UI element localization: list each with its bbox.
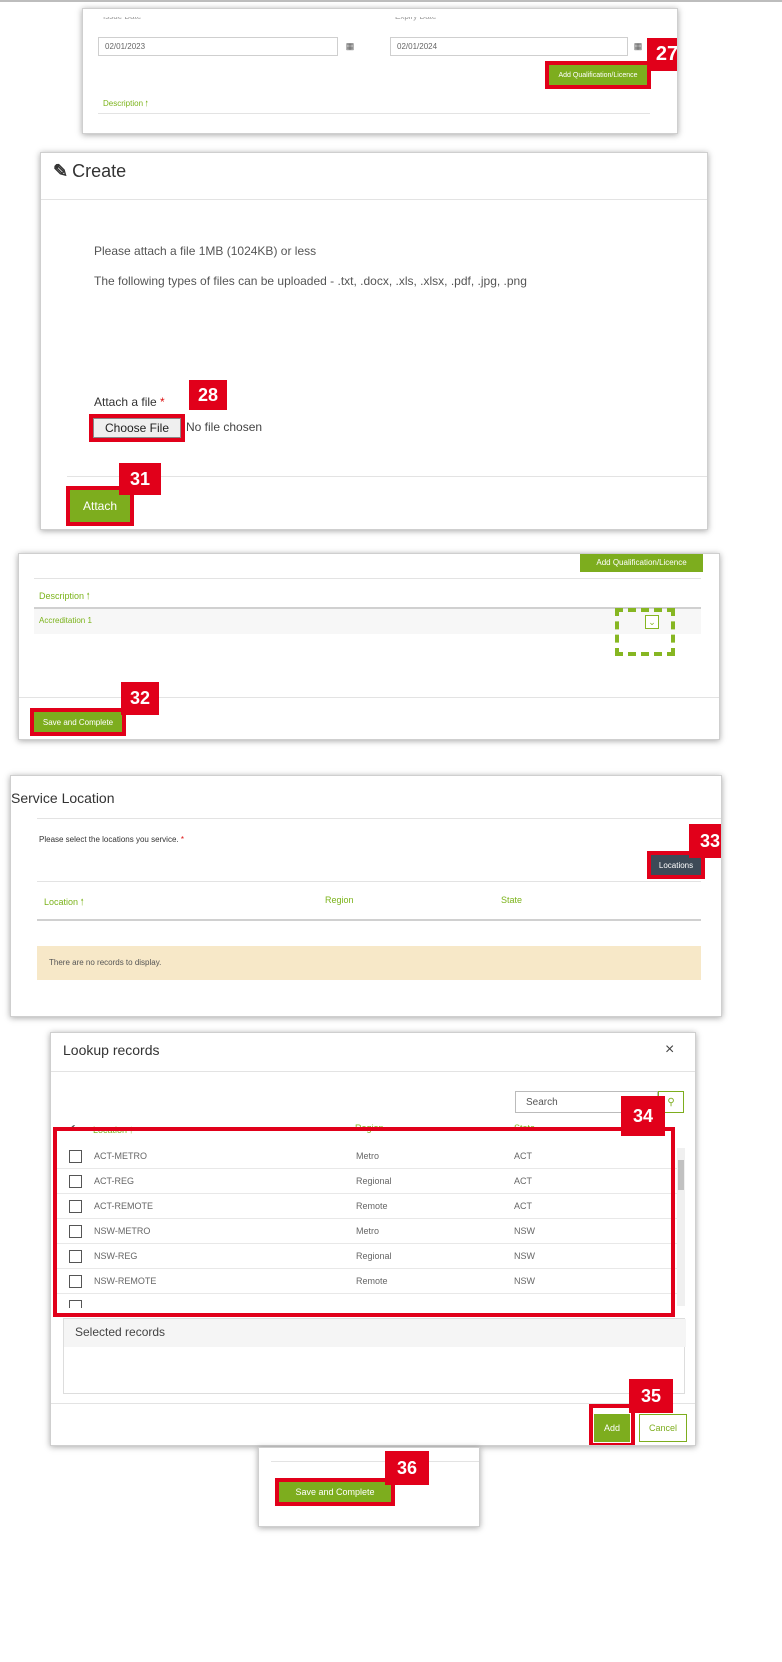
file-size-info: Please attach a file 1MB (1024KB) or les… — [94, 244, 317, 258]
description-column-header[interactable]: Description 🠑 — [39, 589, 90, 605]
close-icon[interactable]: × — [665, 1041, 674, 1059]
description-column-header[interactable]: Description 🠑 — [103, 98, 148, 112]
step-badge: 27 — [647, 38, 677, 71]
row-description[interactable]: Accreditation 1 — [39, 616, 92, 625]
service-location-panel: Service Location Please select the locat… — [10, 775, 722, 1017]
divider — [34, 578, 701, 579]
scrollbar-thumb[interactable] — [678, 1160, 684, 1190]
records-highlight — [53, 1127, 675, 1317]
no-file-chosen-text: No file chosen — [186, 420, 263, 434]
divider — [37, 818, 721, 819]
dialog-title: Lookup records — [63, 1042, 160, 1058]
lookup-records-dialog: Lookup records × Search ⚲ ✔ Location 🠑 R… — [50, 1032, 696, 1446]
column-header-region[interactable]: Region — [325, 895, 354, 905]
step-badge: 28 — [189, 380, 227, 410]
step-badge: 36 — [385, 1451, 429, 1485]
step-badge: 31 — [119, 463, 161, 495]
expiry-date-input[interactable]: 02/01/2024 — [390, 37, 628, 56]
column-header-state[interactable]: State — [501, 895, 522, 905]
selected-records-header: Selected records — [64, 1319, 686, 1347]
file-type-info: The following types of files can be uplo… — [94, 274, 527, 288]
divider — [98, 113, 650, 114]
divider — [37, 881, 701, 882]
save-and-complete-button[interactable]: Save and Complete — [279, 1482, 391, 1502]
locations-button[interactable]: Locations — [651, 855, 701, 875]
issue-date-input[interactable]: 02/01/2023 — [98, 37, 338, 56]
calendar-icon[interactable]: ▦ — [629, 37, 647, 56]
step-badge: 33 — [689, 824, 721, 858]
qualification-form-panel: Issue Date 02/01/2023 ▦ Expiry Date 02/0… — [82, 8, 678, 134]
final-save-panel: Save and Complete 36 — [258, 1447, 480, 1527]
create-attachment-dialog: ✎ Create Please attach a file 1MB (1024K… — [40, 152, 708, 530]
step-badge: 32 — [121, 682, 159, 715]
table-row[interactable]: Accreditation 1 — [34, 609, 701, 634]
sort-up-icon: 🠑 — [145, 99, 149, 108]
header-divider — [51, 1071, 695, 1072]
column-header-location[interactable]: Location 🠑 — [44, 895, 84, 911]
top-divider — [0, 0, 782, 2]
step-badge: 34 — [621, 1096, 665, 1136]
section-title: Service Location — [11, 790, 115, 806]
expiry-date-label: Expiry Date — [395, 17, 436, 25]
attach-file-label: Attach a file * — [94, 395, 165, 409]
selected-records-panel: Selected records — [63, 1318, 686, 1394]
dialog-header: ✎ Create — [53, 161, 126, 182]
chevron-down-icon[interactable]: ⌄ — [645, 615, 659, 629]
step-badge: 35 — [629, 1379, 673, 1413]
divider — [271, 1461, 479, 1462]
location-prompt: Please select the locations you service.… — [39, 835, 184, 844]
table-divider — [37, 919, 701, 921]
edit-icon: ✎ — [53, 161, 69, 181]
calendar-icon[interactable]: ▦ — [341, 37, 359, 56]
dialog-title: Create — [72, 161, 127, 181]
add-qualification-button[interactable]: Add Qualification/Licence — [549, 65, 647, 85]
choose-file-button[interactable]: Choose File — [93, 418, 181, 438]
records-scrollbar[interactable] — [677, 1148, 685, 1306]
add-qualification-button[interactable]: Add Qualification/Licence — [580, 554, 703, 572]
empty-records-message: There are no records to display. — [49, 958, 162, 967]
footer-divider — [67, 476, 707, 477]
add-button[interactable]: Add — [594, 1414, 630, 1442]
empty-records-banner: There are no records to display. — [37, 946, 701, 980]
save-and-complete-button[interactable]: Save and Complete — [34, 712, 122, 732]
qualification-list-panel: Add Qualification/Licence Description 🠑 … — [18, 553, 720, 740]
selected-records-title: Selected records — [75, 1325, 166, 1339]
sort-up-icon: 🠑 — [80, 897, 84, 907]
sort-up-icon: 🠑 — [86, 591, 90, 601]
header-divider — [41, 199, 707, 200]
issue-date-label: Issue Date — [103, 17, 141, 25]
cancel-button[interactable]: Cancel — [639, 1414, 687, 1442]
